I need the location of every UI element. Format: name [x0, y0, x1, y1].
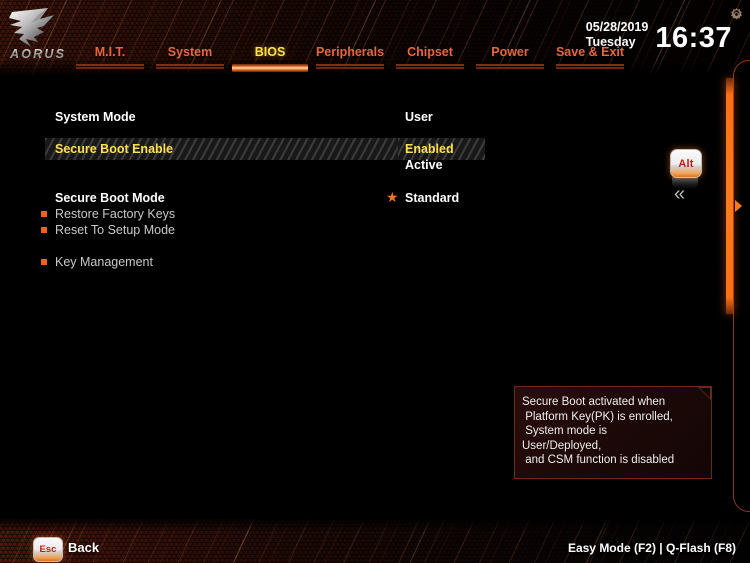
esc-key-label: Esc — [39, 544, 57, 555]
setting-value: User — [405, 110, 433, 124]
alt-key-label: Alt — [678, 157, 694, 170]
tab-label: Save & Exit — [555, 45, 625, 59]
side-panel-rail[interactable] — [726, 78, 733, 314]
tooltip-fold-inner — [700, 388, 710, 398]
setting-label: Key Management — [55, 255, 153, 269]
header-bar: AORUS 05/28/2019 Tuesday 16:37 M.I.T. Sys… — [0, 0, 750, 78]
tab-underline — [155, 64, 225, 66]
help-tooltip: Secure Boot activated when Platform Key(… — [514, 386, 712, 479]
tab-underline — [475, 64, 545, 66]
tab-label: Chipset — [407, 45, 453, 59]
tab-bios[interactable]: BIOS — [230, 44, 310, 74]
side-panel-outline — [733, 60, 750, 512]
settings-row-reset-to-setup-mode[interactable]: Reset To Setup Mode — [0, 219, 720, 241]
aorus-eagle-logo: AORUS — [4, 6, 76, 62]
tab-label: BIOS — [254, 45, 286, 59]
tab-underline — [395, 64, 465, 66]
tab-save-exit[interactable]: Save & Exit — [550, 44, 630, 74]
tooltip-line: Secure Boot activated when — [522, 396, 666, 408]
tab-underline — [555, 64, 625, 66]
tooltip-line: and CSM function is disabled — [522, 454, 675, 467]
setting-label: Reset To Setup Mode — [55, 223, 175, 237]
tooltip-line: User/Deployed, — [522, 439, 602, 452]
bios-setup-screen: AORUS 05/28/2019 Tuesday 16:37 M.I.T. Sys… — [0, 0, 750, 563]
tab-label: System — [167, 45, 213, 59]
setting-value: Active — [405, 158, 443, 172]
tab-peripherals[interactable]: Peripherals — [310, 44, 390, 74]
tab-system[interactable]: System — [150, 44, 230, 74]
tab-underline — [315, 64, 385, 66]
tab-chipset[interactable]: Chipset — [390, 44, 470, 74]
tab-underline — [75, 64, 145, 66]
settings-row-key-management[interactable]: Key Management — [0, 251, 720, 273]
tab-label: M.I.T. — [94, 45, 126, 59]
alt-key-hint[interactable]: Alt — [670, 149, 702, 178]
submenu-bullet-icon — [41, 211, 47, 217]
aorus-wordmark: AORUS — [10, 47, 67, 61]
footer-shortcuts[interactable]: Easy Mode (F2) | Q-Flash (F8) — [568, 541, 736, 555]
main-nav-tabs: M.I.T. System BIOS Peripherals Chipset Power S… — [70, 44, 630, 74]
tab-power[interactable]: Power — [470, 44, 550, 74]
expand-panel-arrow-icon[interactable] — [735, 200, 742, 212]
tooltip-line: System mode is — [522, 425, 607, 438]
tab-label: Power — [491, 45, 529, 59]
tab-underline — [231, 64, 309, 72]
esc-key-button[interactable]: Esc — [33, 537, 63, 562]
tooltip-line: Platform Key(PK) is enrolled, — [522, 410, 673, 423]
settings-row-active: Active — [0, 154, 720, 176]
back-label[interactable]: Back — [68, 540, 99, 555]
submenu-bullet-icon — [41, 227, 47, 233]
setting-label: System Mode — [55, 110, 136, 124]
tab-m-i-t[interactable]: M.I.T. — [70, 44, 150, 74]
settings-row-system-mode: System Mode User — [0, 106, 720, 128]
footer-fade — [0, 518, 750, 532]
tab-label: Peripherals — [315, 45, 385, 59]
submenu-bullet-icon — [41, 259, 47, 265]
clock-date: 05/28/2019 — [585, 20, 649, 34]
double-chevron-left-icon[interactable]: « — [674, 184, 685, 204]
clock-time: 16:37 — [655, 21, 732, 54]
